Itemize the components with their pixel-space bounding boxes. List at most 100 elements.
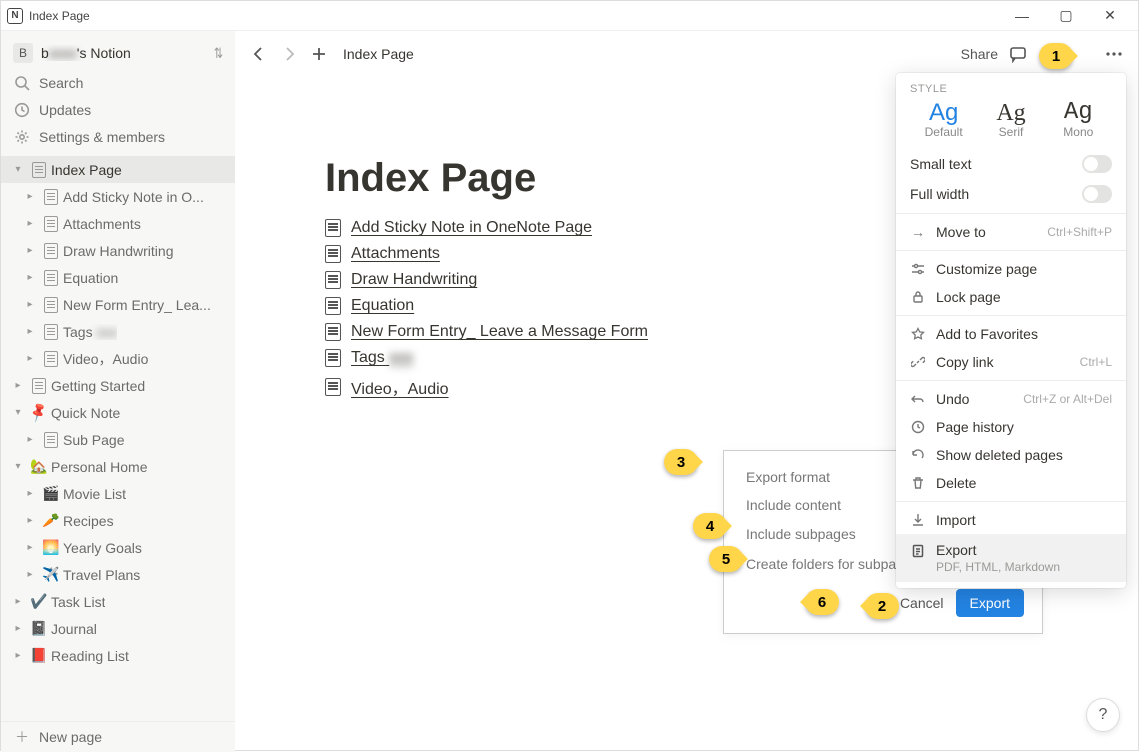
export-item[interactable]: Export PDF, HTML, Markdown (896, 534, 1126, 582)
tree-toggle-icon[interactable]: ▸ (9, 647, 27, 665)
tree-toggle-icon[interactable]: ▸ (21, 512, 39, 530)
page-label: Task List (51, 594, 105, 610)
workspace-avatar: B (13, 43, 33, 63)
tree-toggle-icon[interactable]: ▸ (21, 485, 39, 503)
sidebar-page-item[interactable]: ▸ Getting Started (1, 372, 235, 399)
sidebar-page-item[interactable]: ▸Add Sticky Note in O... (1, 183, 235, 210)
doc-icon (325, 245, 341, 263)
move-to-item[interactable]: → Move to Ctrl+Shift+P (896, 218, 1126, 246)
sidebar-page-item[interactable]: ▾Index Page (1, 156, 235, 183)
font-default-option[interactable]: Ag Default (914, 101, 973, 139)
sidebar-page-item[interactable]: ▾📌Quick Note (1, 399, 235, 426)
sidebar-page-item[interactable]: ▸Attachments (1, 210, 235, 237)
tree-toggle-icon[interactable]: ▸ (9, 593, 27, 611)
window-title: Index Page (29, 9, 90, 23)
sidebar-page-item[interactable]: ▸Tags xxx (1, 318, 235, 345)
tree-toggle-icon[interactable]: ▸ (21, 350, 39, 368)
back-button[interactable] (247, 42, 271, 66)
annotation-2: 2 (865, 593, 899, 619)
settings-label: Settings & members (39, 129, 165, 145)
settings-item[interactable]: Settings & members (1, 123, 235, 150)
tree-toggle-icon[interactable]: ▾ (9, 404, 27, 422)
updates-item[interactable]: Updates (1, 96, 235, 123)
new-page-top-button[interactable] (307, 42, 331, 66)
export-icon (910, 544, 926, 558)
comments-icon[interactable] (1006, 42, 1030, 66)
tree-toggle-icon[interactable]: ▸ (21, 323, 39, 341)
export-button[interactable]: Export (956, 589, 1024, 617)
import-item[interactable]: Import (896, 506, 1126, 534)
full-width-toggle[interactable] (1082, 185, 1112, 203)
annotation-1: 1 (1039, 43, 1073, 69)
sidebar-page-item[interactable]: ▸📕Reading List (1, 642, 235, 669)
font-mono-option[interactable]: Ag Mono (1049, 101, 1108, 139)
lock-page-item[interactable]: Lock page (896, 283, 1126, 311)
sidebar-page-item[interactable]: ▸Draw Handwriting (1, 237, 235, 264)
tree-toggle-icon[interactable]: ▸ (21, 566, 39, 584)
page-icon: 🏡 (29, 457, 49, 477)
plus-icon: ＋ (13, 728, 31, 746)
minimize-button[interactable]: — (1000, 1, 1044, 31)
undo-item[interactable]: Undo Ctrl+Z or Alt+Del (896, 385, 1126, 413)
new-page-button[interactable]: ＋ New page (1, 721, 235, 752)
tree-toggle-icon[interactable]: ▸ (21, 242, 39, 260)
page-icon (41, 214, 61, 234)
more-button[interactable] (1102, 42, 1126, 66)
sidebar-page-item[interactable]: ▸New Form Entry_ Lea... (1, 291, 235, 318)
maximize-button[interactable]: ▢ (1044, 1, 1088, 31)
sidebar-page-item[interactable]: ▸Equation (1, 264, 235, 291)
search-item[interactable]: Search (1, 69, 235, 96)
page-icon (41, 187, 61, 207)
nav-tree: ▾Index Page▸Add Sticky Note in O...▸Atta… (1, 156, 235, 721)
sidebar-page-item[interactable]: ▸🎬Movie List (1, 480, 235, 507)
tree-toggle-icon[interactable]: ▾ (9, 458, 27, 476)
history-icon (910, 420, 926, 434)
tree-toggle-icon[interactable]: ▸ (21, 539, 39, 557)
font-serif-option[interactable]: Ag Serif (981, 101, 1040, 139)
tree-toggle-icon[interactable]: ▾ (9, 161, 27, 179)
page-history-item[interactable]: Page history (896, 413, 1126, 441)
tree-toggle-icon[interactable]: ▸ (9, 620, 27, 638)
show-deleted-item[interactable]: Show deleted pages (896, 441, 1126, 469)
page-icon (41, 268, 61, 288)
copy-link-item[interactable]: Copy link Ctrl+L (896, 348, 1126, 376)
titlebar: N Index Page — ▢ ✕ (1, 1, 1138, 31)
subpage-label: Draw Handwriting (351, 271, 477, 289)
add-favorites-item[interactable]: Add to Favorites (896, 320, 1126, 348)
delete-item[interactable]: Delete (896, 469, 1126, 497)
cancel-button[interactable]: Cancel (900, 595, 944, 611)
sidebar-page-item[interactable]: ▸✔️Task List (1, 588, 235, 615)
page-label: Travel Plans (63, 567, 140, 583)
tree-toggle-icon[interactable]: ▸ (9, 377, 27, 395)
trash-icon (910, 476, 926, 490)
subpage-label: Equation (351, 297, 414, 315)
sidebar-page-item[interactable]: ▸🥕Recipes (1, 507, 235, 534)
share-button[interactable]: Share (961, 46, 998, 62)
tree-toggle-icon[interactable]: ▸ (21, 296, 39, 314)
help-button[interactable]: ? (1086, 698, 1120, 732)
small-text-toggle[interactable] (1082, 155, 1112, 173)
topbar: Index Page Share (235, 31, 1138, 76)
breadcrumb[interactable]: Index Page (343, 46, 414, 62)
tree-toggle-icon[interactable]: ▸ (21, 188, 39, 206)
sidebar-page-item[interactable]: ▸Sub Page (1, 426, 235, 453)
sidebar-page-item[interactable]: ▸✈️Travel Plans (1, 561, 235, 588)
clock-icon (13, 101, 31, 119)
workspace-switcher[interactable]: B bxxxx's Notion ⇅ (1, 37, 235, 69)
close-button[interactable]: ✕ (1088, 1, 1132, 31)
annotation-3: 3 (664, 449, 698, 475)
tree-toggle-icon[interactable]: ▸ (21, 269, 39, 287)
chevron-updown-icon: ⇅ (214, 45, 223, 62)
page-icon (41, 430, 61, 450)
sidebar-page-item[interactable]: ▸📓Journal (1, 615, 235, 642)
sidebar-page-item[interactable]: ▸🌅Yearly Goals (1, 534, 235, 561)
doc-icon (325, 271, 341, 289)
tree-toggle-icon[interactable]: ▸ (21, 431, 39, 449)
forward-button[interactable] (277, 42, 301, 66)
options-menu: STYLE Ag Default Ag Serif Ag Mono Small … (896, 73, 1126, 588)
customize-page-item[interactable]: Customize page (896, 255, 1126, 283)
page-label: Getting Started (51, 378, 145, 394)
sidebar-page-item[interactable]: ▸Video，Audio (1, 345, 235, 372)
tree-toggle-icon[interactable]: ▸ (21, 215, 39, 233)
sidebar-page-item[interactable]: ▾🏡Personal Home (1, 453, 235, 480)
